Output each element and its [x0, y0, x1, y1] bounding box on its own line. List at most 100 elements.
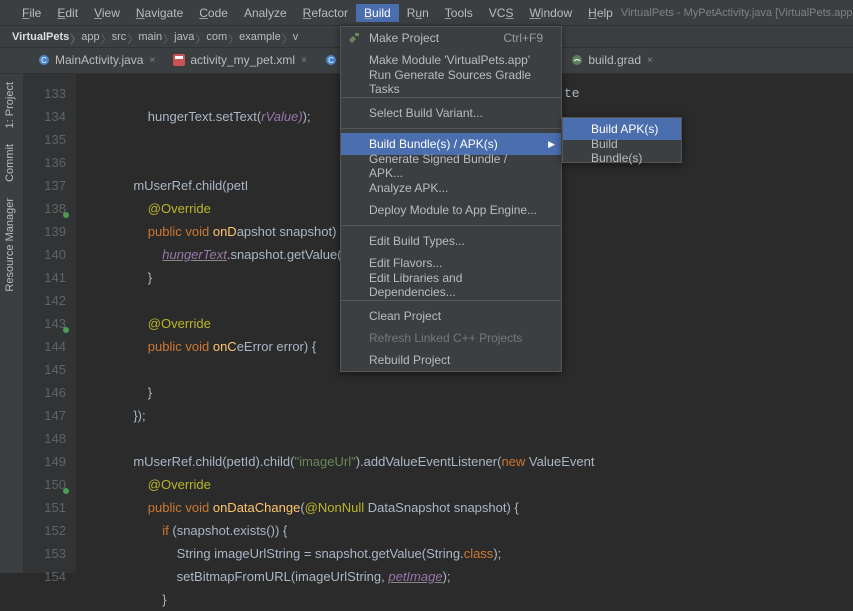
menu-item-make-project[interactable]: Make ProjectCtrl+F9: [341, 27, 561, 49]
line-number: 136: [24, 151, 66, 174]
menu-item-label: Clean Project: [369, 309, 441, 323]
line-number: 143: [24, 312, 66, 335]
code-line[interactable]: mUserRef.child(petId).child("imageUrl").…: [90, 450, 853, 473]
menu-vcs[interactable]: VCS: [481, 4, 522, 22]
menu-help[interactable]: Help: [580, 4, 621, 22]
close-icon[interactable]: ×: [149, 55, 155, 66]
code-line[interactable]: }: [90, 381, 853, 404]
menu-run[interactable]: Run: [399, 4, 437, 22]
gutter-mark-icon[interactable]: [62, 318, 70, 326]
menu-separator: [341, 128, 561, 129]
left-tool-strip: 1: Project Commit Resource Manager: [0, 74, 24, 573]
menu-build[interactable]: Build: [356, 4, 399, 22]
menu-item-label: Edit Build Types...: [369, 234, 465, 248]
gutter: 1331341351361371381391401411421431441451…: [24, 74, 76, 573]
menu-item-generate-signed-bundle-apk[interactable]: Generate Signed Bundle / APK...: [341, 155, 561, 177]
code-line[interactable]: [90, 427, 853, 450]
line-number: 150: [24, 473, 66, 496]
menu-file[interactable]: File: [14, 4, 49, 22]
code-fragment: te: [564, 82, 580, 105]
menu-separator: [341, 225, 561, 226]
menu-item-analyze-apk[interactable]: Analyze APK...: [341, 177, 561, 199]
line-number: 149: [24, 450, 66, 473]
menu-code[interactable]: Code: [191, 4, 236, 22]
line-number: 133: [24, 82, 66, 105]
line-number: 141: [24, 266, 66, 289]
code-line[interactable]: setBitmapFromURL(imageUrlString, petImag…: [90, 565, 853, 588]
line-number: 139: [24, 220, 66, 243]
menu-item-label: Select Build Variant...: [369, 106, 483, 120]
code-line[interactable]: if (snapshot.exists()) {: [90, 519, 853, 542]
breadcrumb-segment[interactable]: v: [287, 31, 305, 43]
menu-item-label: Build Bundle(s): [591, 137, 663, 165]
editor-tab[interactable]: activity_my_pet.xml ×: [165, 49, 315, 73]
menu-analyze[interactable]: Analyze: [236, 4, 295, 22]
editor-tab[interactable]: build.grad ×: [563, 49, 661, 73]
code-line[interactable]: String imageUrlString = snapshot.getValu…: [90, 542, 853, 565]
menu-navigate[interactable]: Navigate: [128, 4, 191, 22]
tool-window-commit[interactable]: Commit: [0, 136, 20, 190]
menu-edit[interactable]: Edit: [49, 4, 86, 22]
line-number: 135: [24, 128, 66, 151]
code-line[interactable]: @Override: [90, 473, 853, 496]
breadcrumb-segment[interactable]: app: [75, 31, 105, 43]
line-number: 144: [24, 335, 66, 358]
tab-label: MainActivity.java: [55, 53, 143, 67]
svg-text:C: C: [328, 56, 334, 65]
code-line[interactable]: }: [90, 588, 853, 611]
menu-item-label: Generate Signed Bundle / APK...: [369, 152, 543, 180]
breadcrumb-segment[interactable]: com: [200, 31, 233, 43]
menu-item-select-build-variant[interactable]: Select Build Variant...: [341, 102, 561, 124]
menu-item-label: Edit Flavors...: [369, 256, 442, 270]
menu-item-edit-libraries-and-dependencies[interactable]: Edit Libraries and Dependencies...: [341, 274, 561, 296]
menu-item-label: Run Generate Sources Gradle Tasks: [369, 68, 543, 96]
menu-window[interactable]: Window: [521, 4, 580, 22]
menu-item-label: Build Bundle(s) / APK(s): [369, 137, 498, 151]
menu-item-run-generate-sources-gradle-tasks[interactable]: Run Generate Sources Gradle Tasks: [341, 71, 561, 93]
menu-separator: [341, 97, 561, 98]
menu-item-edit-build-types[interactable]: Edit Build Types...: [341, 230, 561, 252]
menu-refactor[interactable]: Refactor: [295, 4, 356, 22]
breadcrumb-segment[interactable]: src: [106, 31, 133, 43]
hammer-icon: [347, 31, 361, 45]
menu-item-label: Make Module 'VirtualPets.app': [369, 53, 530, 67]
tab-label: activity_my_pet.xml: [190, 53, 295, 67]
close-icon[interactable]: ×: [647, 55, 653, 66]
code-line[interactable]: });: [90, 404, 853, 427]
breadcrumb-segment[interactable]: example: [233, 31, 287, 43]
line-number: 146: [24, 381, 66, 404]
menu-item-refresh-linked-c-projects: Refresh Linked C++ Projects: [341, 327, 561, 349]
breadcrumb-segment[interactable]: java: [168, 31, 200, 43]
line-number: 145: [24, 358, 66, 381]
menu-tools[interactable]: Tools: [437, 4, 481, 22]
menu-item-label: Build APK(s): [591, 122, 658, 136]
menu-view[interactable]: View: [86, 4, 128, 22]
menu-separator: [341, 300, 561, 301]
build-bundle-apk-submenu: Build APK(s)Build Bundle(s): [562, 117, 682, 163]
line-number: 134: [24, 105, 66, 128]
tool-window-project[interactable]: 1: Project: [0, 74, 20, 136]
line-number: 151: [24, 496, 66, 519]
line-number: 137: [24, 174, 66, 197]
gutter-mark-icon[interactable]: [62, 203, 70, 211]
tab-label: build.grad: [588, 53, 641, 67]
menu-item-deploy-module-to-app-engine[interactable]: Deploy Module to App Engine...: [341, 199, 561, 221]
menu-item-shortcut: Ctrl+F9: [479, 31, 543, 45]
menu-item-rebuild-project[interactable]: Rebuild Project: [341, 349, 561, 371]
line-number: 138: [24, 197, 66, 220]
line-number: 153: [24, 542, 66, 565]
code-line[interactable]: public void onDataChange(@NonNull DataSn…: [90, 496, 853, 519]
gutter-mark-icon[interactable]: [62, 479, 70, 487]
line-number: 148: [24, 427, 66, 450]
submenu-arrow-icon: ▶: [548, 139, 555, 150]
menu-item-build-bundle-s[interactable]: Build Bundle(s): [563, 140, 681, 162]
editor-tab[interactable]: CMainActivity.java×: [30, 49, 163, 73]
line-number: 142: [24, 289, 66, 312]
close-icon[interactable]: ×: [301, 55, 307, 66]
tool-window-resource-manager[interactable]: Resource Manager: [0, 190, 20, 300]
breadcrumb-segment[interactable]: VirtualPets: [6, 31, 75, 43]
line-number: 154: [24, 565, 66, 588]
breadcrumb-segment[interactable]: main: [132, 31, 168, 43]
menu-item-clean-project[interactable]: Clean Project: [341, 305, 561, 327]
menu-item-label: Edit Libraries and Dependencies...: [369, 271, 543, 299]
